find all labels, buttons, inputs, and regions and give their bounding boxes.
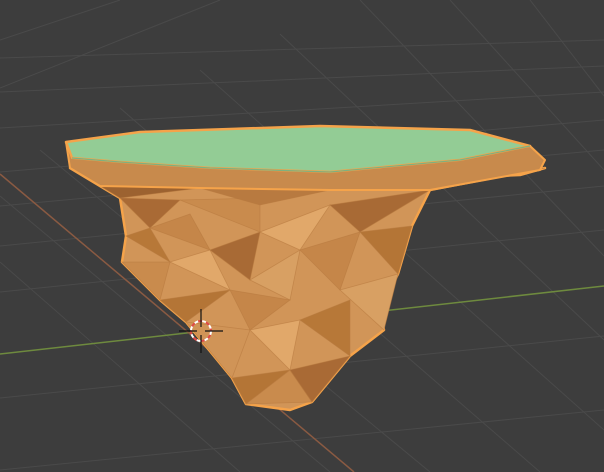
- 3d-viewport[interactable]: [0, 0, 604, 472]
- viewport-canvas[interactable]: [0, 0, 604, 472]
- floating-island-mesh[interactable]: [64, 124, 547, 412]
